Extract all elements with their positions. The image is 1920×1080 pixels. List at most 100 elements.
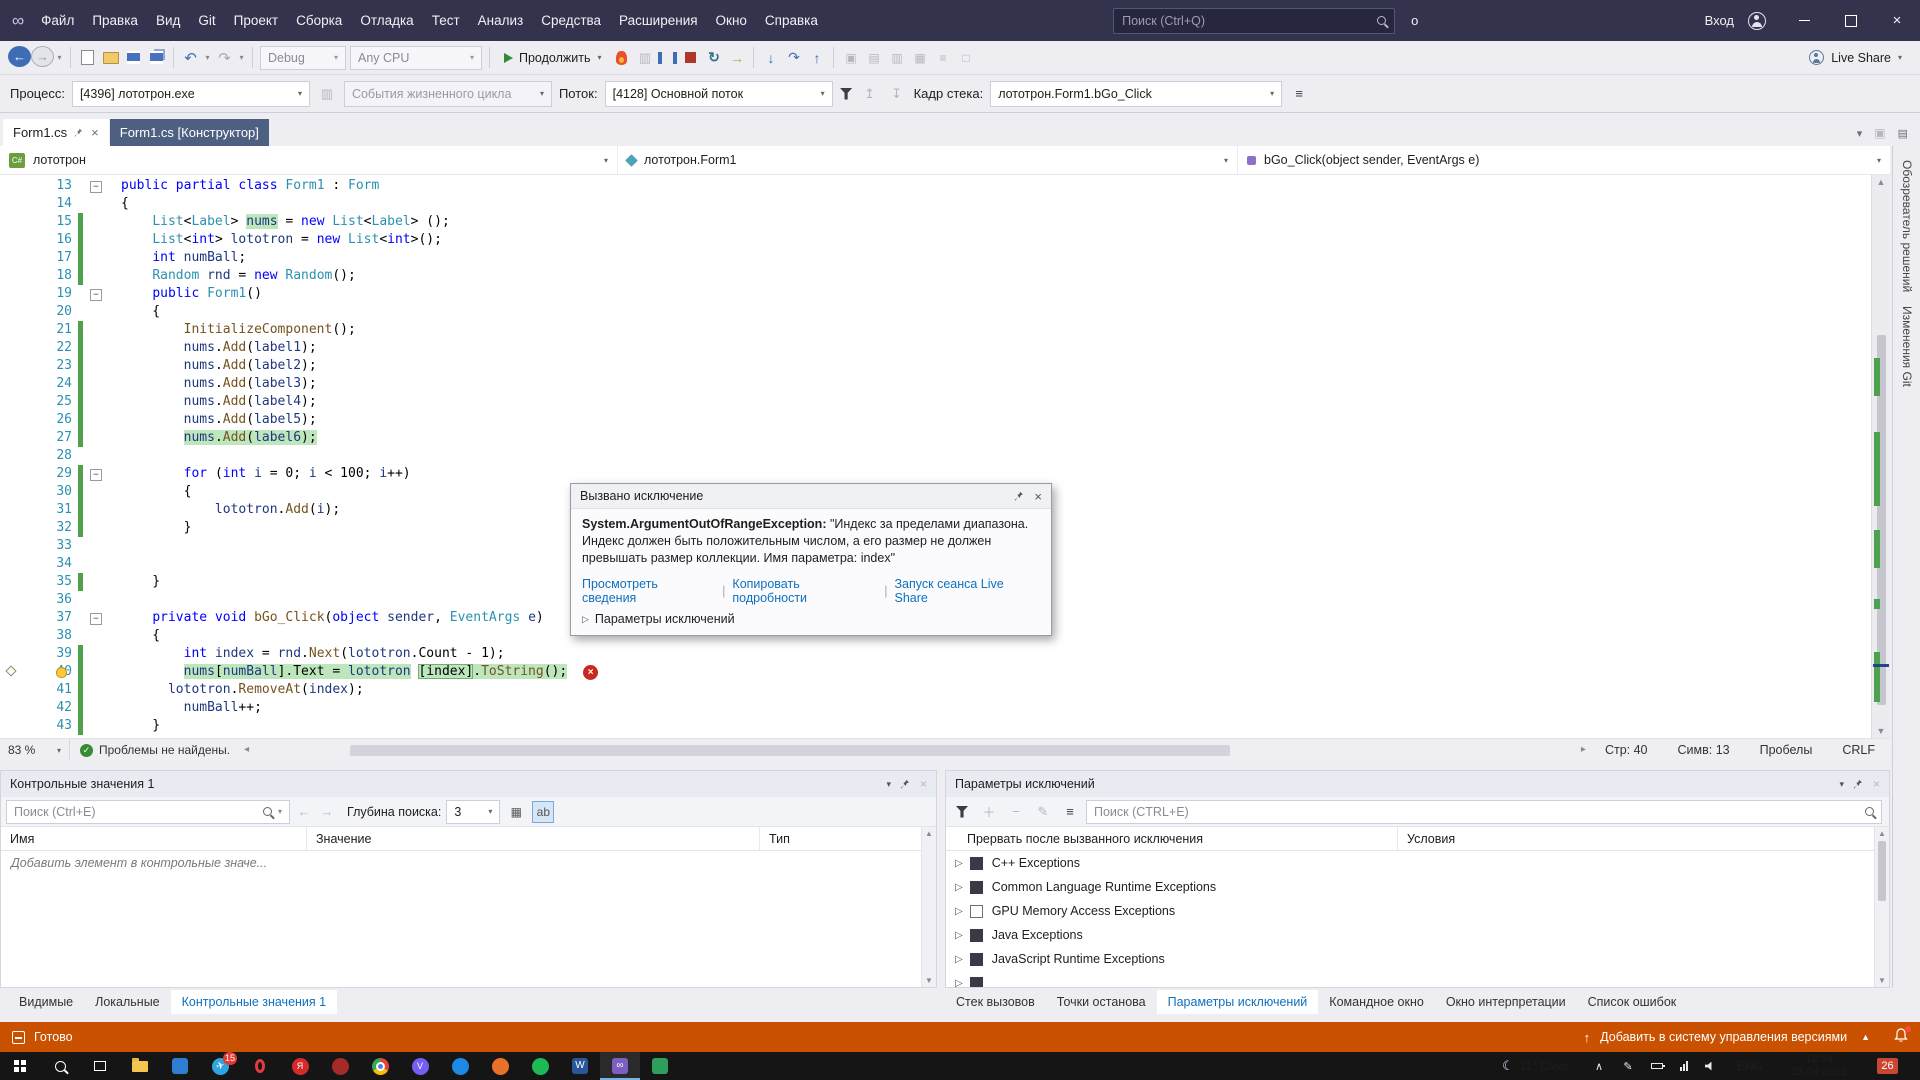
tab-form1-designer[interactable]: Form1.cs [Конструктор]	[110, 119, 269, 146]
menu-Правка[interactable]: Правка	[83, 0, 147, 41]
expand-row-icon[interactable]: ▷	[946, 906, 970, 917]
member-dropdown[interactable]: bGo_Click(object sender, EventArgs e) ▾	[1238, 146, 1890, 174]
memory-window-icon[interactable]: ▦	[908, 46, 931, 70]
continue-button[interactable]: Продолжить ▾	[497, 46, 608, 70]
exception-category-row[interactable]: ▷C++ Exceptions	[946, 851, 1889, 875]
collapse-region-button[interactable]: −	[90, 469, 102, 481]
exception-checkbox[interactable]	[970, 857, 983, 870]
hex-display-icon[interactable]: ab	[532, 801, 554, 823]
scroll-down-icon[interactable]: ▼	[922, 974, 936, 987]
project-dropdown[interactable]: C# лототрон ▾	[0, 146, 618, 174]
add-exception-icon[interactable]: ＋	[978, 801, 1000, 823]
close-button[interactable]: ×	[1874, 0, 1920, 41]
tray-chevron-icon[interactable]: ∧	[1588, 1060, 1610, 1073]
quick-actions-bulb-icon[interactable]	[56, 667, 67, 678]
add-to-source-control-button[interactable]: Добавить в систему управления версиями	[1600, 1030, 1847, 1044]
exception-category-row[interactable]: ▷GPU Memory Access Exceptions	[946, 899, 1889, 923]
watch-tab-2[interactable]: Локальные	[84, 990, 171, 1014]
clock[interactable]: 13:54 23.04.2022	[1780, 1053, 1858, 1079]
pin-popup-icon[interactable]	[1014, 491, 1025, 502]
menu-Отладка[interactable]: Отладка	[351, 0, 422, 41]
scroll-up-icon[interactable]: ▲	[1875, 827, 1889, 840]
threads-window-icon[interactable]: ≡	[931, 46, 954, 70]
close-popup-icon[interactable]: ×	[1034, 489, 1042, 504]
watch-tab-3[interactable]: Контрольные значения 1	[171, 990, 337, 1014]
menu-Вид[interactable]: Вид	[147, 0, 189, 41]
exception-category-row[interactable]: ▷Common Language Runtime Exceptions	[946, 875, 1889, 899]
yandex-browser[interactable]: Я	[280, 1052, 320, 1080]
chrome[interactable]	[360, 1052, 400, 1080]
exception-checkbox[interactable]	[970, 905, 983, 918]
scroll-down-icon[interactable]: ▼	[1875, 974, 1889, 987]
exception-location-icon[interactable]: ×	[583, 665, 598, 680]
exception-checkbox[interactable]	[970, 977, 983, 989]
feedback-button[interactable]: o	[1411, 13, 1418, 28]
output-window-icon[interactable]: ▤	[862, 46, 885, 70]
menu-Сборка[interactable]: Сборка	[287, 0, 351, 41]
watch-search-input[interactable]	[14, 805, 257, 819]
column-break-on-thrown[interactable]: Прервать после вызванного исключения	[946, 827, 1398, 850]
notifications-button[interactable]	[1894, 1028, 1908, 1046]
app-blue[interactable]	[440, 1052, 480, 1080]
task-view-button[interactable]	[80, 1052, 120, 1080]
telegram[interactable]: ✈15	[200, 1052, 240, 1080]
collapse-region-button[interactable]: −	[90, 181, 102, 193]
open-file-icon[interactable]	[99, 46, 122, 70]
step-into-icon[interactable]: ↓	[759, 46, 782, 70]
search-button[interactable]	[40, 1052, 80, 1080]
watch-search[interactable]: ▾	[6, 800, 290, 824]
search-back-icon[interactable]: ←	[295, 804, 313, 819]
quick-launch-input[interactable]	[1122, 14, 1377, 28]
lifecycle-events-icon[interactable]: ▥	[317, 86, 337, 102]
scroll-up-icon[interactable]: ▲	[1872, 175, 1890, 189]
code-health-indicator[interactable]: ✓ Проблемы не найдены.	[70, 743, 240, 757]
code-line-16[interactable]: 16 List<int> lototron = new List<int>();	[0, 231, 1890, 249]
view-details-link[interactable]: Просмотреть сведения	[582, 577, 715, 605]
exception-checkbox[interactable]	[970, 881, 983, 894]
exception-category-row[interactable]: ▷JavaScript Runtime Exceptions	[946, 947, 1889, 971]
menu-Тест[interactable]: Тест	[423, 0, 469, 41]
process-dropdown[interactable]: [4396] лототрон.exe▾	[72, 81, 310, 107]
code-line-23[interactable]: 23 nums.Add(label2);	[0, 357, 1890, 375]
scroll-right-icon[interactable]: ▸	[1581, 739, 1586, 761]
editor-vertical-scrollbar[interactable]: ▲ ▼	[1871, 175, 1890, 738]
back-icon[interactable]: ←	[8, 46, 31, 67]
live-share-button[interactable]: Live Share	[1831, 51, 1891, 65]
code-line-13[interactable]: 13−public partial class Form1 : Form	[0, 177, 1890, 195]
pin-tab-icon[interactable]	[74, 128, 84, 138]
code-line-20[interactable]: 20 {	[0, 303, 1890, 321]
opera[interactable]	[240, 1052, 280, 1080]
menu-Файл[interactable]: Файл	[32, 0, 83, 41]
spotify[interactable]	[520, 1052, 560, 1080]
exception-settings-scrollbar[interactable]: ▲ ▼	[1874, 827, 1889, 987]
code-line-24[interactable]: 24 nums.Add(label3);	[0, 375, 1890, 393]
exception-checkbox[interactable]	[970, 953, 983, 966]
eol-indicator[interactable]: CRLF	[1827, 743, 1890, 757]
volume-icon[interactable]	[1705, 1062, 1715, 1071]
watch-scrollbar[interactable]: ▲ ▼	[921, 827, 936, 987]
scroll-up-icon[interactable]: ▲	[922, 827, 936, 840]
pen-icon[interactable]: ✎	[1617, 1060, 1639, 1073]
undo-icon[interactable]: ↶	[179, 46, 202, 70]
exception-popup-titlebar[interactable]: Вызвано исключение ×	[571, 484, 1051, 509]
expand-row-icon[interactable]: ▷	[946, 978, 970, 989]
stop-debug-icon[interactable]	[679, 46, 702, 70]
exception-settings-header[interactable]: Параметры исключений ▾ ×	[946, 771, 1889, 797]
watch-tab-1[interactable]: Видимые	[8, 990, 84, 1014]
weather-widget[interactable]: ☾ 11° Clear	[1490, 1058, 1581, 1074]
new-file-icon[interactable]	[76, 46, 99, 70]
background-tasks-icon[interactable]	[12, 1031, 25, 1044]
break-all-icon[interactable]	[656, 46, 679, 70]
quick-launch-search[interactable]	[1113, 8, 1395, 34]
expand-row-icon[interactable]: ▷	[946, 858, 970, 869]
collapse-region-button[interactable]: −	[90, 289, 102, 301]
stack-frame-list-icon[interactable]: ≡	[1289, 86, 1309, 101]
code-line-43[interactable]: 43 }	[0, 717, 1890, 735]
nav-caret-icon[interactable]: ▾	[54, 46, 65, 70]
remove-exception-icon[interactable]: −	[1005, 801, 1027, 823]
hscrollbar-thumb[interactable]	[350, 745, 1230, 756]
menu-Средства[interactable]: Средства	[532, 0, 610, 41]
restart-debug-icon[interactable]: ↻	[702, 46, 725, 70]
code-line-27[interactable]: 27 nums.Add(label6);	[0, 429, 1890, 447]
scrollbar-thumb[interactable]	[1878, 841, 1886, 901]
